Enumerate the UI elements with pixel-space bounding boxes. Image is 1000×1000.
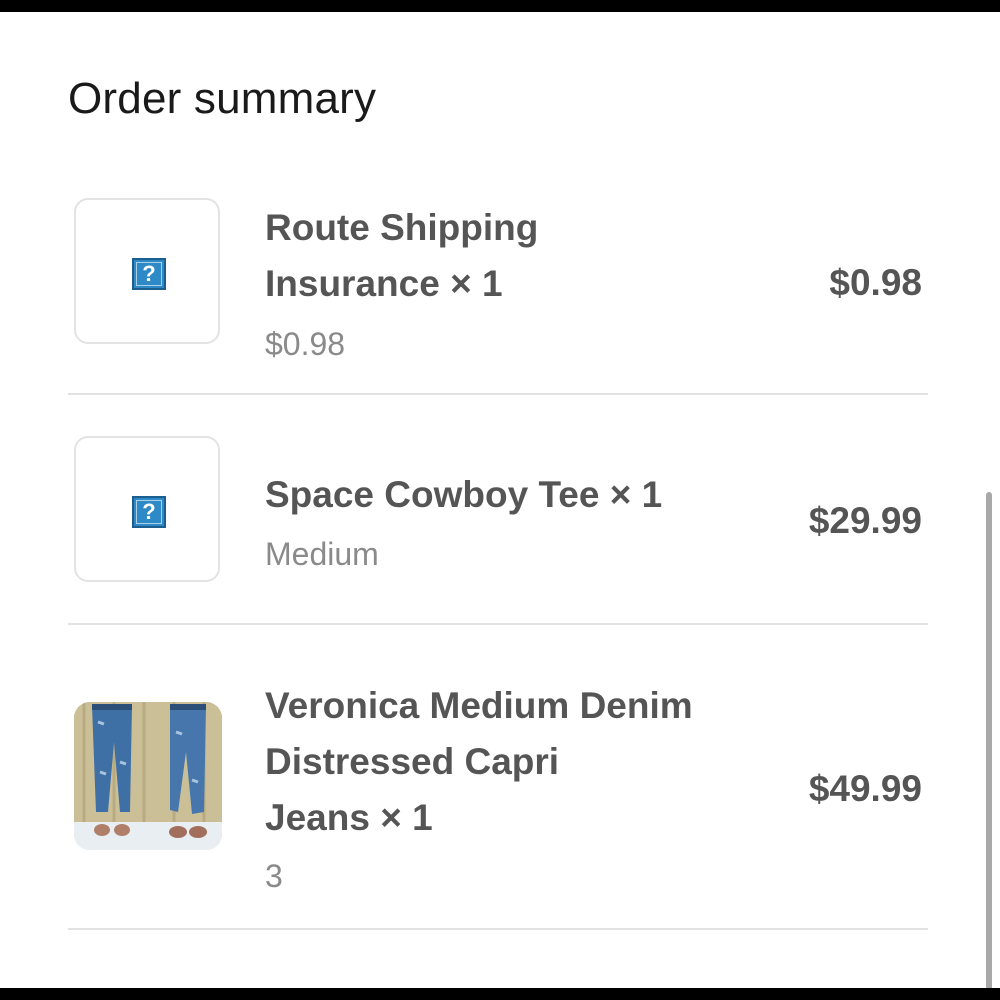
divider — [68, 623, 928, 625]
product-name: Space Cowboy Tee × 1 — [265, 467, 662, 523]
product-price: $0.98 — [829, 262, 922, 303]
list-item: ? Space Cowboy Tee × 1 Medium $29.99 — [68, 434, 928, 594]
missing-image-icon: ? — [132, 258, 166, 290]
product-thumbnail: ? — [74, 436, 220, 582]
product-variant: $0.98 — [265, 326, 346, 362]
product-name-line: Space Cowboy Tee × 1 — [265, 474, 663, 515]
product-name-line: Jeans × 1 — [265, 797, 433, 838]
product-name: Route Shipping Insurance × 1 — [265, 200, 538, 312]
product-name: Veronica Medium Denim Distressed Capri J… — [265, 678, 693, 846]
scrollbar[interactable] — [986, 492, 992, 988]
order-summary-screen: Order summary ? Route Shipping Insurance… — [0, 12, 1000, 988]
list-item: ? Route Shipping Insurance × 1 $0.98 $0.… — [68, 196, 928, 362]
divider — [68, 928, 928, 930]
product-name-line: Route Shipping — [265, 207, 539, 248]
product-price: $49.99 — [808, 768, 922, 809]
list-item: Veronica Medium Denim Distressed Capri J… — [68, 662, 928, 902]
jeans-photo-icon — [74, 702, 222, 850]
product-name-line: Insurance × 1 — [265, 263, 503, 304]
missing-image-icon: ? — [132, 496, 166, 528]
product-photo — [74, 702, 222, 850]
product-name-line: Distressed Capri — [265, 741, 560, 782]
product-variant: 3 — [265, 858, 283, 894]
product-name-line: Veronica Medium Denim — [265, 685, 693, 726]
product-variant: Medium — [265, 536, 379, 572]
page-title: Order summary — [68, 74, 377, 123]
divider — [68, 393, 928, 395]
product-price: $29.99 — [808, 500, 922, 541]
product-thumbnail: ? — [74, 198, 220, 344]
